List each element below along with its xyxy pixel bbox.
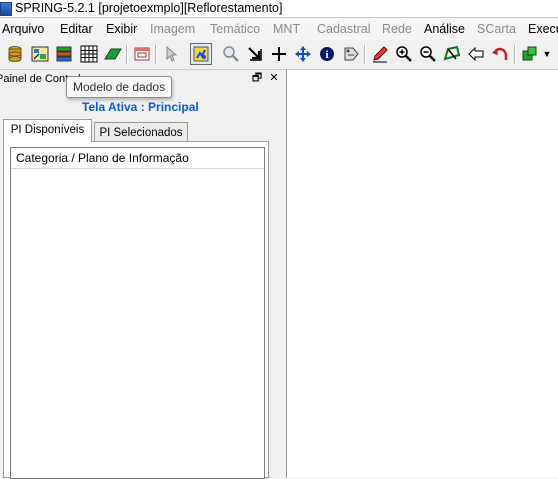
zoom-in-icon[interactable]	[394, 44, 414, 64]
drawing-canvas[interactable]	[286, 70, 558, 478]
crosshair-icon[interactable]	[269, 44, 289, 64]
menu-tematico[interactable]: Temático	[210, 18, 260, 40]
menu-arquivo[interactable]: Arquivo	[2, 18, 44, 40]
menu-editar[interactable]: Editar	[60, 18, 93, 40]
menu-mnt[interactable]: MNT	[273, 18, 300, 40]
data-model-icon[interactable]	[54, 44, 74, 64]
chevron-down-icon[interactable]: ▼	[540, 44, 554, 64]
svg-text:i: i	[325, 49, 328, 61]
active-screen-label: Tela Ativa : Principal	[82, 100, 199, 114]
control-panel: Painel de Controle 🗗 ✕ Modelo de dados T…	[0, 70, 285, 479]
toolbar-separator	[126, 45, 128, 64]
arrow-down-right-icon[interactable]	[245, 44, 265, 64]
pointer-icon[interactable]	[161, 44, 181, 64]
app-icon	[0, 2, 12, 16]
layer-icon[interactable]	[520, 44, 540, 64]
menu-analise[interactable]: Análise	[424, 18, 465, 40]
back-icon[interactable]	[466, 44, 486, 64]
menu-bar: Arquivo Editar Exibir Imagem Temático MN…	[0, 18, 558, 40]
pan-icon[interactable]	[293, 44, 313, 64]
toolbar: i ▼	[0, 40, 558, 70]
menu-executar[interactable]: Execu	[528, 18, 558, 40]
database-icon[interactable]	[5, 44, 25, 64]
list-header: Categoria / Plano de Informação	[11, 148, 264, 169]
draw-shape-icon[interactable]	[103, 44, 123, 64]
info-icon[interactable]: i	[317, 44, 337, 64]
pencil-icon[interactable]	[370, 44, 390, 64]
toolbar-separator	[514, 45, 516, 64]
undo-icon[interactable]	[490, 44, 510, 64]
pi-list[interactable]: Categoria / Plano de Informação	[10, 147, 265, 479]
menu-rede[interactable]: Rede	[382, 18, 412, 40]
zoom-icon[interactable]	[221, 44, 241, 64]
polygon-icon[interactable]	[442, 44, 462, 64]
tab-pi-disponiveis[interactable]: PI Disponíveis	[3, 119, 92, 142]
select-tag-icon[interactable]	[341, 44, 361, 64]
menu-exibir[interactable]: Exibir	[106, 18, 137, 40]
menu-imagem[interactable]: Imagem	[150, 18, 195, 40]
projection-icon[interactable]	[30, 44, 50, 64]
menu-cadastral[interactable]: Cadastral	[317, 18, 371, 40]
toolbar-separator	[155, 45, 157, 64]
title-bar: SPRING-5.2.1 [projetoexmplo][Reflorestam…	[0, 0, 558, 18]
tab-pi-selecionados[interactable]: PI Selecionados	[94, 122, 188, 142]
tab-content: Categoria / Plano de Informação	[3, 141, 269, 479]
window-icon[interactable]	[132, 44, 152, 64]
zoom-out-icon[interactable]	[418, 44, 438, 64]
toolbar-separator	[364, 45, 366, 64]
menu-scarta[interactable]: SCarta	[477, 18, 516, 40]
tooltip: Modelo de dados	[66, 76, 173, 98]
close-icon[interactable]: ✕	[267, 71, 281, 85]
window-title: SPRING-5.2.1 [projetoexmplo][Reflorestam…	[15, 1, 283, 15]
view-icon[interactable]	[190, 43, 212, 65]
grid-icon[interactable]	[79, 44, 99, 64]
restore-icon[interactable]: 🗗	[250, 71, 264, 85]
